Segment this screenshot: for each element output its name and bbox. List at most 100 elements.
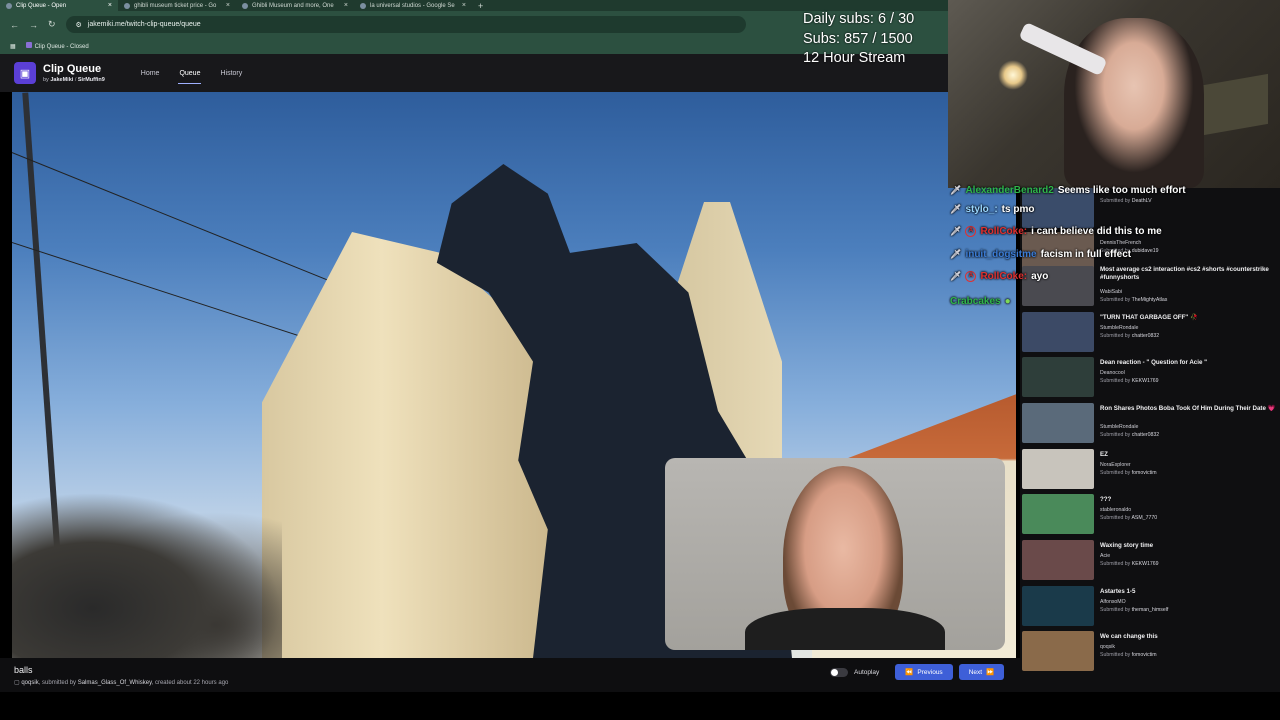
bare-trees <box>12 492 282 658</box>
app-nav: Home Queue History <box>131 66 253 84</box>
close-tab-icon[interactable]: × <box>462 2 466 9</box>
close-tab-icon[interactable]: × <box>226 2 230 9</box>
new-tab-button[interactable]: + <box>472 1 489 11</box>
back-icon[interactable]: ← <box>10 20 19 30</box>
browser-tab-universal[interactable]: la universal studios - Google Se × <box>354 0 472 11</box>
clip-thumbnail <box>1022 357 1094 397</box>
close-tab-icon[interactable]: × <box>344 2 348 9</box>
queue-item[interactable]: We can change this qoqsik Submitted by f… <box>1020 631 1280 675</box>
chat-message: 🗡 AlexanderBenard2 Seems like too much eff… <box>950 184 1186 196</box>
streamer <box>1064 18 1204 188</box>
clip-thumbnail <box>1022 586 1094 626</box>
queue-channel: AlfonsoMO <box>1100 599 1126 605</box>
person-shirt <box>745 608 945 650</box>
background-box <box>1198 73 1268 137</box>
reload-icon[interactable]: ↻ <box>48 19 56 30</box>
url-field[interactable]: ⚙ jakemiki.me/twitch-clip-queue/queue <box>65 16 746 33</box>
clip-video[interactable] <box>12 92 1016 658</box>
clip-thumbnail <box>1022 403 1094 443</box>
clip-thumbnail <box>1022 494 1094 534</box>
queue-channel: StumbleRondale <box>1100 325 1139 331</box>
sword-badge-icon: 🗡 <box>950 184 962 195</box>
green-emote-icon: ● <box>1004 295 1011 307</box>
nav-home[interactable]: Home <box>131 66 170 81</box>
queue-title: Dean reaction - " Question for Acie " <box>1100 359 1208 366</box>
author-link-sirmuffin9[interactable]: SirMuffin9 <box>78 77 105 83</box>
subs-goal: Subs: 857 / 1500 <box>803 30 913 47</box>
site-info-icon[interactable]: ⚙ <box>76 21 82 29</box>
tab-favicon-icon <box>6 2 12 9</box>
queue-item[interactable]: EZ NoraExplorer Submitted by fomovictim <box>1020 449 1280 493</box>
close-tab-icon[interactable]: × <box>108 2 112 9</box>
nav-queue[interactable]: Queue <box>169 66 210 84</box>
video-player[interactable] <box>0 92 1020 658</box>
queue-title: We can change this <box>1100 633 1158 640</box>
facecam-inset <box>665 458 1005 650</box>
twitch-logo-icon: ▣ <box>14 62 36 84</box>
clip-channel-link[interactable]: qoqsik <box>21 680 38 686</box>
queue-item[interactable]: "TURN THAT GARBAGE OFF" 🥀 StumbleRondale… <box>1020 312 1280 356</box>
daily-subs-goal: Daily subs: 6 / 30 <box>803 11 915 27</box>
clip-title: balls <box>14 665 33 675</box>
chat-overlay: 🗡 AlexanderBenard2 Seems like too much eff… <box>950 182 1280 312</box>
clip-submitter: Salmas_Glass_Of_Whiskey <box>77 680 152 686</box>
queue-submitter: Submitted by fomovictim <box>1100 652 1157 658</box>
google-favicon-icon <box>360 2 366 9</box>
queue-channel: stableronaldo <box>1100 507 1132 513</box>
nav-history[interactable]: History <box>210 66 252 81</box>
browser-tab-clip-queue[interactable]: Clip Queue - Open × <box>0 0 118 11</box>
site-favicon-icon <box>242 2 248 9</box>
queue-item[interactable]: ??? stableronaldo Submitted by ASM_7770 <box>1020 494 1280 538</box>
stream-label: 12 Hour Stream <box>803 50 906 66</box>
sword-badge-icon: 🗡 <box>950 270 962 281</box>
chat-message: 🗡 A RollCoke: i cant believe did this to me <box>950 225 1162 237</box>
author-link-jakemiki[interactable]: JakeMiki <box>50 77 73 83</box>
sword-badge-icon: 🗡 <box>950 225 962 236</box>
clip-thumbnail <box>1022 449 1094 489</box>
queue-item[interactable]: Waxing story time Acie Submitted by KEKW… <box>1020 540 1280 584</box>
queue-title: "TURN THAT GARBAGE OFF" 🥀 <box>1100 314 1198 321</box>
previous-button[interactable]: ⏪ Previous <box>895 664 953 680</box>
chat-message: 🗡 stylo_: ts pmo <box>950 203 1035 215</box>
forward-icon[interactable]: → <box>29 20 38 30</box>
queue-title: Astartes 1-5 <box>1100 588 1136 595</box>
clip-thumbnail <box>1022 631 1094 671</box>
browser-tab-ghibli-museum[interactable]: Ghibli Museum and more, One × <box>236 0 354 11</box>
queue-item[interactable]: Dean reaction - " Question for Acie " De… <box>1020 357 1280 401</box>
queue-submitter: Submitted by KEKW1769 <box>1100 378 1159 384</box>
queue-submitter: Submitted by chatter0832 <box>1100 432 1160 438</box>
chat-message: Crabcakes ● <box>950 295 1011 307</box>
queue-title: ??? <box>1100 496 1112 503</box>
rewind-icon: ⏪ <box>905 669 914 676</box>
autoplay-toggle[interactable] <box>830 667 848 677</box>
queue-title: EZ <box>1100 451 1108 458</box>
queue-title: Waxing story time <box>1100 542 1154 549</box>
bookmark-clip-queue[interactable]: Clip Queue - Closed <box>25 42 89 50</box>
queue-submitter: Submitted by ASM_7770 <box>1100 515 1158 521</box>
channel-icon: ▢ <box>14 680 20 686</box>
chat-message: 🗡 inuit_dogsitme facism in full effect <box>950 248 1132 260</box>
next-button[interactable]: Next ⏩ <box>958 664 1005 680</box>
fast-forward-icon: ⏩ <box>986 669 995 676</box>
autoplay-label: Autoplay <box>854 668 880 676</box>
sword-badge-icon: 🗡 <box>950 248 962 259</box>
queue-submitter: Submitted by KEKW1769 <box>1100 561 1159 567</box>
apps-grid-icon[interactable]: ▦ <box>10 43 16 50</box>
queue-submitter: Submitted by chatter0832 <box>1100 333 1160 339</box>
queue-channel: StumbleRondale <box>1100 424 1139 430</box>
clip-thumbnail <box>1022 312 1094 352</box>
app-title: Clip Queue <box>43 63 102 75</box>
bookmark-favicon-icon <box>25 42 32 48</box>
browser-tab-ghibli-price[interactable]: ghibli museum ticket price - Go × <box>118 0 236 11</box>
queue-item[interactable]: Ron Shares Photos Boba Took Of Him Durin… <box>1020 403 1280 447</box>
queue-channel: Deanocool <box>1100 370 1125 376</box>
google-favicon-icon <box>124 2 130 9</box>
queue-item[interactable]: Astartes 1-5 AlfonsoMO Submitted by them… <box>1020 586 1280 630</box>
lamp <box>998 60 1028 90</box>
clip-meta: ▢ qoqsik, submitted by Salmas_Glass_Of_W… <box>14 680 229 686</box>
queue-submitter: Submitted by theman_himself <box>1100 607 1169 613</box>
queue-title: Ron Shares Photos Boba Took Of Him Durin… <box>1100 405 1276 412</box>
queue-submitter: Submitted by fomovictim <box>1100 470 1157 476</box>
streamer-webcam <box>948 0 1280 188</box>
queue-channel: Acie <box>1100 553 1111 559</box>
